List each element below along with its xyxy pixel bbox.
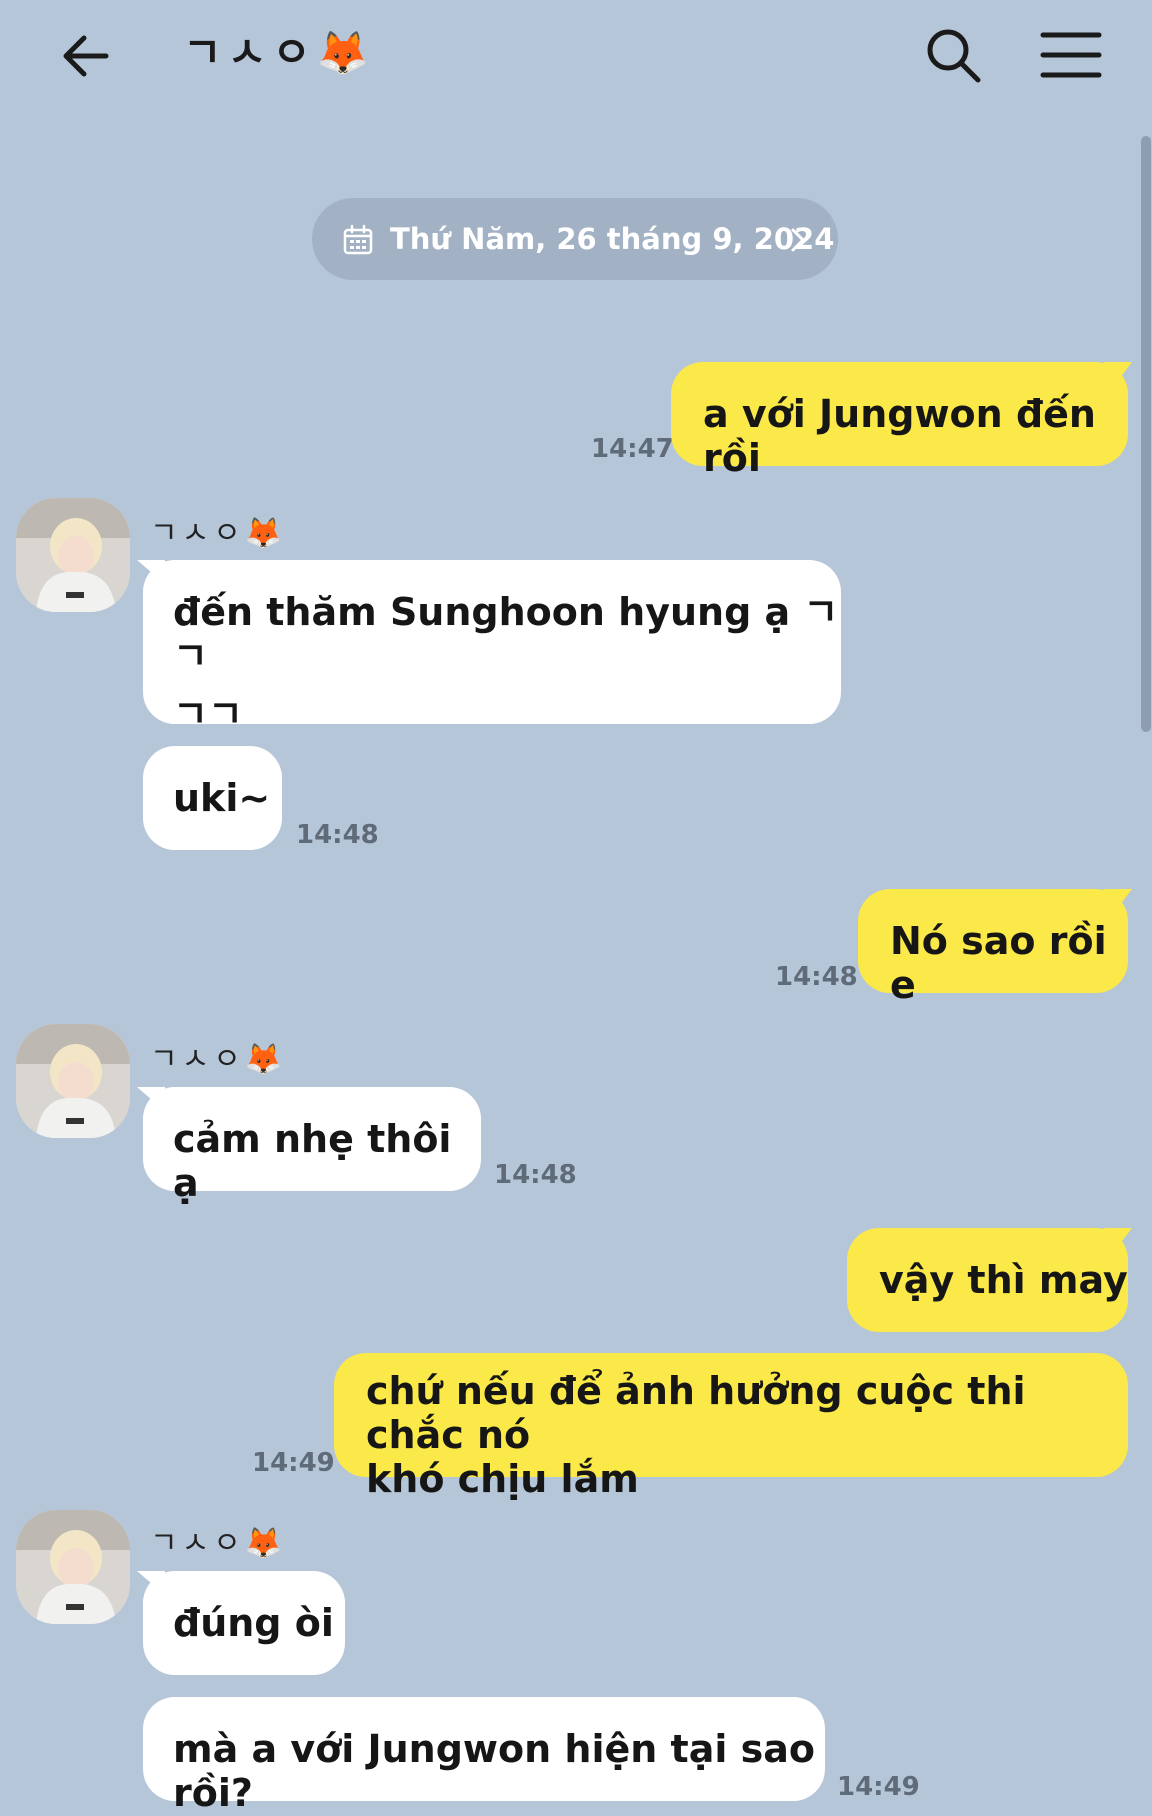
avatar[interactable] bbox=[16, 1024, 130, 1138]
message-text: cảm nhẹ thôi ạ bbox=[173, 1117, 452, 1205]
date-label: Thứ Năm, 26 tháng 9, 2024 bbox=[390, 222, 835, 256]
message-time: 14:49 bbox=[837, 1772, 920, 1802]
message-text-line-2: khó chịu lắm bbox=[366, 1457, 639, 1501]
avatar[interactable] bbox=[16, 1510, 130, 1624]
sender-name: ㄱㅅㅇ🦊 bbox=[150, 1526, 287, 1561]
their-message-bubble[interactable]: đến thăm Sunghoon hyung ạ ㄱㄱ ㄱㄱ bbox=[143, 560, 841, 736]
message-text-line-1: chứ nếu để ảnh hưởng cuộc thi chắc nó bbox=[366, 1369, 1026, 1457]
their-message-bubble[interactable]: mà a với Jungwon hiện tại sao rồi? bbox=[143, 1697, 825, 1815]
menu-icon[interactable] bbox=[1040, 30, 1102, 80]
message-text: uki~ bbox=[173, 776, 271, 820]
avatar[interactable] bbox=[16, 498, 130, 612]
bubble-tail bbox=[137, 1571, 165, 1595]
sender-name: ㄱㅅㅇ🦊 bbox=[150, 516, 287, 551]
message-text: đúng òi bbox=[173, 1601, 334, 1645]
message-text: mà a với Jungwon hiện tại sao rồi? bbox=[173, 1727, 815, 1815]
my-message-bubble[interactable]: vậy thì may bbox=[847, 1228, 1128, 1332]
message-text: a với Jungwon đến rồi bbox=[703, 392, 1096, 480]
chevron-right-icon bbox=[791, 228, 805, 252]
message-time: 14:49 bbox=[252, 1448, 335, 1478]
date-chip[interactable]: Thứ Năm, 26 tháng 9, 2024 bbox=[312, 198, 838, 280]
bubble-tail bbox=[1104, 1228, 1132, 1252]
back-arrow-icon[interactable] bbox=[58, 28, 114, 84]
message-text-line-2: ㄱㄱ bbox=[173, 692, 243, 736]
message-text: Nó sao rồi e bbox=[890, 919, 1107, 1007]
avatar-image bbox=[16, 1510, 130, 1624]
my-message-bubble[interactable]: chứ nếu để ảnh hưởng cuộc thi chắc nó kh… bbox=[334, 1353, 1128, 1501]
message-time: 14:48 bbox=[775, 962, 858, 992]
their-message-bubble[interactable]: uki~ bbox=[143, 746, 282, 850]
bubble-tail bbox=[137, 560, 165, 584]
their-message-bubble[interactable]: cảm nhẹ thôi ạ bbox=[143, 1087, 481, 1205]
avatar-image bbox=[16, 1024, 130, 1138]
chat-title: ㄱㅅㅇ🦊 bbox=[183, 28, 376, 77]
avatar-image bbox=[16, 498, 130, 612]
bubble-tail bbox=[1104, 362, 1132, 386]
my-message-bubble[interactable]: Nó sao rồi e bbox=[858, 889, 1128, 1007]
sender-name: ㄱㅅㅇ🦊 bbox=[150, 1042, 287, 1077]
message-time: 14:48 bbox=[296, 820, 379, 850]
search-icon[interactable] bbox=[924, 26, 982, 84]
bubble-tail bbox=[1104, 889, 1132, 913]
bubble-tail bbox=[137, 1087, 165, 1111]
top-bar: ㄱㅅㅇ🦊 bbox=[0, 0, 1152, 115]
calendar-icon bbox=[343, 224, 373, 255]
message-time: 14:48 bbox=[494, 1160, 577, 1190]
their-message-bubble[interactable]: đúng òi bbox=[143, 1571, 345, 1675]
scrollbar[interactable] bbox=[1141, 136, 1151, 732]
my-message-bubble[interactable]: a với Jungwon đến rồi bbox=[671, 362, 1128, 480]
message-text-line-1: đến thăm Sunghoon hyung ạ ㄱㄱ bbox=[173, 590, 839, 678]
message-time: 14:47 bbox=[591, 434, 674, 464]
message-text: vậy thì may bbox=[879, 1258, 1128, 1302]
